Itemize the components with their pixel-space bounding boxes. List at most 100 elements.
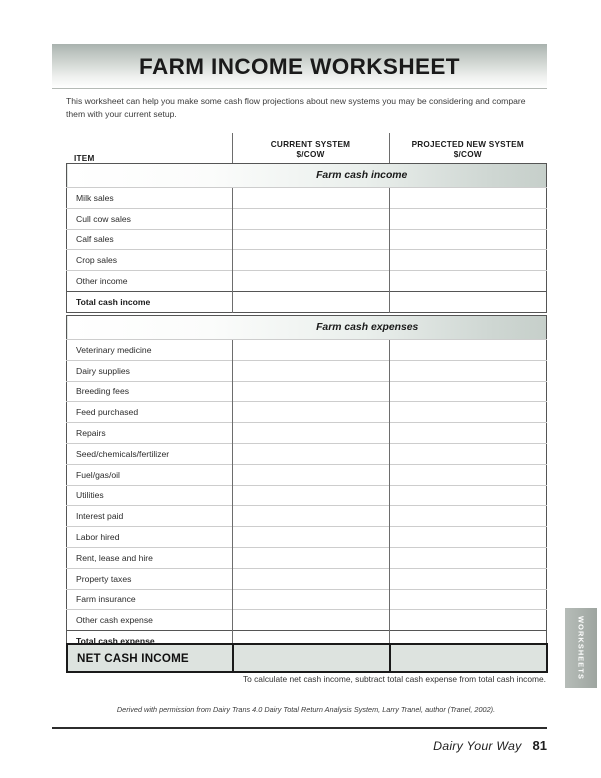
table-row: Repairs	[66, 422, 547, 444]
cell-projected[interactable]	[388, 567, 547, 590]
cell-projected[interactable]	[388, 588, 547, 610]
cell-current[interactable]	[232, 463, 390, 486]
calculation-note: To calculate net cash income, subtract t…	[242, 674, 546, 684]
row-label: Calf sales	[66, 228, 233, 250]
cell-projected-total[interactable]	[389, 290, 547, 313]
expenses-section-band: Farm cash expenses	[66, 315, 547, 340]
cell-projected[interactable]	[389, 249, 547, 271]
table-row: Milk sales	[66, 187, 547, 209]
table-row: Seed/chemicals/fertilizer	[66, 442, 547, 465]
income-section-title: Farm cash income	[316, 170, 408, 181]
cell-current[interactable]	[232, 380, 390, 402]
table-row: Utilities	[66, 484, 547, 506]
footer: Dairy Your Way 81	[52, 737, 547, 755]
cell-current[interactable]	[232, 359, 390, 382]
row-label: Property taxes	[66, 567, 233, 590]
row-label: Rent, lease and hire	[66, 546, 233, 569]
table-row: Interest paid	[66, 505, 547, 527]
cell-projected[interactable]	[388, 339, 547, 361]
header-current-system-line1: CURRENT SYSTEM	[270, 139, 351, 149]
table-row: Property taxes	[66, 567, 547, 590]
row-label: Labor hired	[66, 526, 233, 548]
table-row: Breeding fees	[66, 380, 547, 402]
row-label: Milk sales	[66, 187, 233, 209]
cell-projected[interactable]	[388, 380, 547, 402]
cell-current[interactable]	[232, 339, 390, 361]
table-row: Fuel/gas/oil	[66, 463, 547, 486]
table-row: Veterinary medicine	[66, 339, 547, 361]
header-current-system-line2: $/COW	[296, 150, 325, 159]
cell-current[interactable]	[232, 526, 390, 548]
cell-projected[interactable]	[388, 463, 547, 486]
cell-current[interactable]	[232, 588, 390, 610]
cell-projected[interactable]	[389, 207, 547, 230]
cell-projected[interactable]	[388, 609, 547, 631]
table-row: Dairy supplies	[66, 359, 547, 382]
row-label: Repairs	[66, 422, 233, 444]
header-current-system: CURRENT SYSTEM $/COW	[231, 133, 389, 167]
cell-current[interactable]	[232, 401, 390, 423]
table-row: Rent, lease and hire	[66, 546, 547, 569]
row-label-total: Total cash income	[66, 290, 233, 313]
income-table: Farm cash income Milk sales Cull cow sal…	[66, 163, 547, 313]
cell-current[interactable]	[232, 484, 390, 506]
table-row: Calf sales	[66, 228, 547, 250]
cell-projected[interactable]	[388, 484, 547, 506]
expenses-section-title-cell: Farm cash expenses	[66, 315, 547, 340]
cell-projected[interactable]	[389, 228, 547, 250]
cell-current[interactable]	[232, 228, 390, 250]
footer-page-number: 81	[532, 738, 547, 753]
column-header-row: ITEM CURRENT SYSTEM $/COW PROJECTED NEW …	[66, 133, 546, 167]
cell-projected[interactable]	[388, 546, 547, 569]
row-label: Utilities	[66, 484, 233, 506]
net-cell-projected[interactable]	[389, 644, 547, 672]
cell-projected[interactable]	[388, 359, 547, 382]
cell-current[interactable]	[232, 442, 390, 465]
cell-projected[interactable]	[388, 401, 547, 423]
side-tab-label: WORKSHEETS	[576, 616, 586, 680]
title-banner-rule	[52, 88, 547, 89]
table-row: Crop sales	[66, 249, 547, 271]
net-cash-income-label: NET CASH INCOME	[67, 644, 233, 672]
side-tab-worksheets[interactable]: WORKSHEETS	[565, 608, 597, 688]
derived-credit-note: Derived with permission from Dairy Trans…	[116, 705, 496, 714]
cell-current[interactable]	[232, 546, 390, 569]
worksheet-page: FARM INCOME WORKSHEET This worksheet can…	[0, 0, 601, 778]
table-row: Farm insurance	[66, 588, 547, 610]
row-label: Fuel/gas/oil	[66, 463, 233, 486]
table-row: Other cash expense	[66, 609, 547, 631]
income-section-band: Farm cash income	[66, 163, 547, 188]
cell-current[interactable]	[232, 609, 390, 631]
header-projected-system: PROJECTED NEW SYSTEM $/COW	[388, 133, 546, 167]
cell-projected[interactable]	[388, 526, 547, 548]
cell-projected[interactable]	[388, 442, 547, 465]
table-row: Feed purchased	[66, 401, 547, 423]
row-label: Veterinary medicine	[66, 339, 233, 361]
cell-projected[interactable]	[389, 187, 547, 209]
cell-current-total[interactable]	[232, 290, 390, 313]
row-label: Farm insurance	[66, 588, 233, 610]
cell-current[interactable]	[232, 187, 390, 209]
cell-current[interactable]	[232, 567, 390, 590]
cell-current[interactable]	[232, 249, 390, 271]
footer-book-title: Dairy Your Way	[433, 739, 522, 753]
cell-current[interactable]	[232, 505, 390, 527]
header-item: ITEM	[74, 154, 95, 163]
income-section-title-cell: Farm cash income	[66, 163, 547, 188]
net-cell-current[interactable]	[232, 644, 390, 672]
header-projected-system-line2: $/COW	[453, 150, 482, 159]
expenses-table: Farm cash expenses Veterinary medicine D…	[66, 315, 548, 652]
cell-current[interactable]	[232, 207, 390, 230]
page-title: FARM INCOME WORKSHEET	[139, 54, 460, 79]
row-label: Interest paid	[66, 505, 233, 527]
header-projected-system-line1: PROJECTED NEW SYSTEM	[411, 139, 524, 149]
cell-current[interactable]	[232, 270, 390, 292]
row-label: Cull cow sales	[66, 207, 233, 230]
cell-projected[interactable]	[389, 270, 547, 292]
cell-projected[interactable]	[388, 422, 547, 444]
cell-current[interactable]	[232, 422, 390, 444]
row-label: Other income	[66, 270, 233, 292]
table-row: Labor hired	[66, 526, 547, 548]
footer-rule	[52, 727, 547, 729]
cell-projected[interactable]	[388, 505, 547, 527]
